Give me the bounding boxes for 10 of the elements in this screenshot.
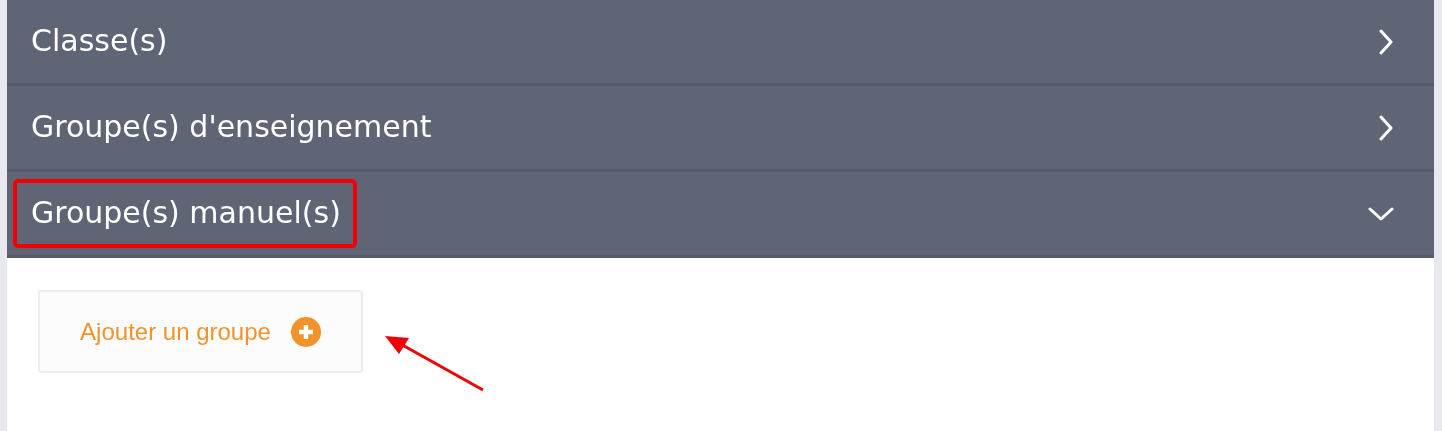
accordion-header[interactable]: Classe(s) [7, 0, 1434, 86]
accordion-header[interactable]: Groupe(s) d'enseignement [7, 86, 1434, 172]
plus-circle-icon [290, 316, 321, 347]
section-title: Groupe(s) d'enseignement [30, 108, 433, 146]
chevron-right-icon [1378, 28, 1394, 55]
accordion-header[interactable]: Groupe(s) manuel(s) [7, 172, 1434, 258]
section-title: Groupe(s) manuel(s) [13, 179, 357, 248]
chevron-down-icon [1368, 205, 1394, 222]
section-title: Classe(s) [30, 22, 169, 60]
chevron-right-icon [1378, 114, 1394, 141]
